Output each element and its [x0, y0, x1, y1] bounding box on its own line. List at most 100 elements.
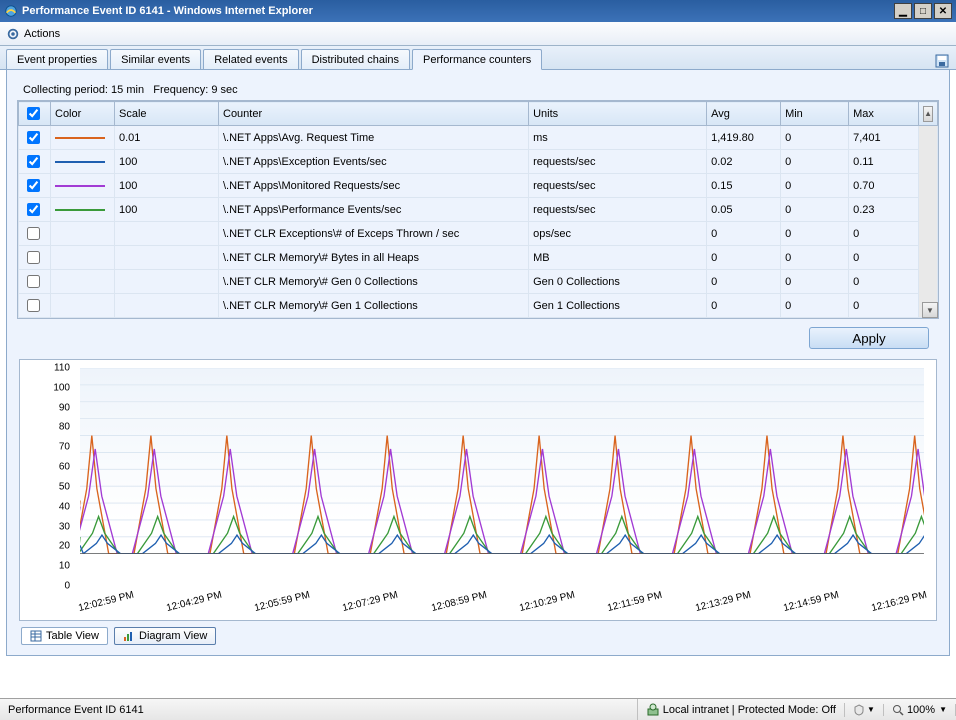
- tab-event-properties[interactable]: Event properties: [6, 49, 108, 69]
- table-view-button[interactable]: Table View: [21, 627, 108, 645]
- counters-table: Color Scale Counter Units Avg Min Max ▲ …: [18, 101, 938, 318]
- cell-scale: [115, 270, 219, 294]
- apply-button[interactable]: Apply: [809, 327, 929, 349]
- zone-icon: [646, 703, 660, 717]
- cell-min: 0: [781, 150, 849, 174]
- row-checkbox[interactable]: [27, 203, 40, 216]
- x-tick-label: 12:07:29 PM: [342, 590, 400, 614]
- cell-units: requests/sec: [529, 150, 707, 174]
- cell-min: 0: [781, 198, 849, 222]
- tabs-bar: Event properties Similar events Related …: [0, 46, 956, 70]
- th-avg[interactable]: Avg: [707, 102, 781, 126]
- cell-min: 0: [781, 246, 849, 270]
- x-tick-label: 12:02:59 PM: [77, 590, 135, 614]
- cell-scale: 100: [115, 150, 219, 174]
- x-tick-label: 12:05:59 PM: [254, 590, 312, 614]
- cell-max: 0: [849, 294, 919, 318]
- th-max[interactable]: Max: [849, 102, 919, 126]
- row-checkbox[interactable]: [27, 299, 40, 312]
- scroll-up-button[interactable]: ▲: [923, 106, 933, 122]
- color-swatch: [55, 161, 105, 163]
- cell-max: 0.11: [849, 150, 919, 174]
- cell-avg: 0.02: [707, 150, 781, 174]
- cell-min: 0: [781, 174, 849, 198]
- y-tick-label: 70: [59, 442, 70, 453]
- status-zoom[interactable]: 100% ▼: [884, 704, 956, 716]
- cell-scale: [115, 246, 219, 270]
- table-row[interactable]: 0.01\.NET Apps\Avg. Request Timems1,419.…: [19, 126, 938, 150]
- status-bar: Performance Event ID 6141 Local intranet…: [0, 698, 956, 720]
- status-security[interactable]: ▼: [845, 704, 884, 716]
- minimize-button[interactable]: ▁: [894, 3, 912, 19]
- x-tick-label: 12:16:29 PM: [871, 590, 929, 614]
- table-row[interactable]: \.NET CLR Memory\# Gen 0 CollectionsGen …: [19, 270, 938, 294]
- tab-related-events[interactable]: Related events: [203, 49, 298, 69]
- cell-avg: 0.15: [707, 174, 781, 198]
- y-tick-label: 80: [59, 422, 70, 433]
- series-line: [80, 436, 924, 554]
- y-tick-label: 90: [59, 402, 70, 413]
- diagram-view-button[interactable]: Diagram View: [114, 627, 216, 645]
- cell-avg: 0: [707, 246, 781, 270]
- table-row[interactable]: 100\.NET Apps\Monitored Requests/secrequ…: [19, 174, 938, 198]
- cell-counter: \.NET Apps\Monitored Requests/sec: [219, 174, 529, 198]
- row-checkbox[interactable]: [27, 227, 40, 240]
- cell-scale: [115, 294, 219, 318]
- cell-max: 0: [849, 270, 919, 294]
- scrollbar[interactable]: [919, 126, 938, 318]
- row-checkbox[interactable]: [27, 275, 40, 288]
- table-row[interactable]: \.NET CLR Memory\# Bytes in all HeapsMB0…: [19, 246, 938, 270]
- chart-area: 0102030405060708090100110 12:02:59 PM12:…: [19, 359, 937, 621]
- y-tick-label: 30: [59, 521, 70, 532]
- cell-max: 0: [849, 246, 919, 270]
- table-row[interactable]: \.NET CLR Exceptions\# of Exceps Thrown …: [19, 222, 938, 246]
- maximize-button[interactable]: □: [914, 3, 932, 19]
- y-tick-label: 0: [64, 581, 70, 592]
- series-line: [80, 535, 924, 554]
- cell-counter: \.NET CLR Memory\# Gen 1 Collections: [219, 294, 529, 318]
- th-color[interactable]: Color: [51, 102, 115, 126]
- tab-performance-counters[interactable]: Performance counters: [412, 49, 542, 70]
- series-line: [80, 517, 924, 554]
- cell-avg: 1,419.80: [707, 126, 781, 150]
- row-checkbox[interactable]: [27, 251, 40, 264]
- cell-min: 0: [781, 126, 849, 150]
- color-swatch: [55, 185, 105, 187]
- th-min[interactable]: Min: [781, 102, 849, 126]
- row-checkbox[interactable]: [27, 131, 40, 144]
- scroll-down-button[interactable]: ▼: [922, 302, 938, 318]
- cell-units: ms: [529, 126, 707, 150]
- cell-counter: \.NET Apps\Exception Events/sec: [219, 150, 529, 174]
- window-titlebar: Performance Event ID 6141 - Windows Inte…: [0, 0, 956, 22]
- th-counter[interactable]: Counter: [219, 102, 529, 126]
- table-row[interactable]: 100\.NET Apps\Performance Events/secrequ…: [19, 198, 938, 222]
- cell-counter: \.NET Apps\Avg. Request Time: [219, 126, 529, 150]
- tab-distributed-chains[interactable]: Distributed chains: [301, 49, 410, 69]
- chart-svg: [80, 368, 924, 554]
- ie-icon: [4, 4, 18, 18]
- table-row[interactable]: 100\.NET Apps\Exception Events/secreques…: [19, 150, 938, 174]
- bar-chart-icon: [123, 630, 135, 642]
- x-tick-label: 12:11:59 PM: [606, 590, 663, 614]
- th-units[interactable]: Units: [529, 102, 707, 126]
- table-row[interactable]: \.NET CLR Memory\# Gen 1 CollectionsGen …: [19, 294, 938, 318]
- th-scale[interactable]: Scale: [115, 102, 219, 126]
- actions-label[interactable]: Actions: [24, 28, 60, 40]
- row-checkbox[interactable]: [27, 179, 40, 192]
- close-button[interactable]: ✕: [934, 3, 952, 19]
- cell-units: MB: [529, 246, 707, 270]
- save-icon[interactable]: [934, 53, 950, 69]
- y-tick-label: 100: [53, 382, 70, 393]
- y-tick-label: 110: [54, 363, 70, 374]
- cell-scale: 100: [115, 198, 219, 222]
- color-swatch: [55, 209, 105, 211]
- action-bar: Actions: [0, 22, 956, 46]
- cell-avg: 0.05: [707, 198, 781, 222]
- row-checkbox[interactable]: [27, 155, 40, 168]
- status-left: Performance Event ID 6141: [0, 699, 638, 720]
- cell-max: 7,401: [849, 126, 919, 150]
- cell-counter: \.NET CLR Exceptions\# of Exceps Thrown …: [219, 222, 529, 246]
- header-checkbox[interactable]: [27, 107, 40, 120]
- tab-similar-events[interactable]: Similar events: [110, 49, 201, 69]
- gear-icon: [6, 27, 20, 41]
